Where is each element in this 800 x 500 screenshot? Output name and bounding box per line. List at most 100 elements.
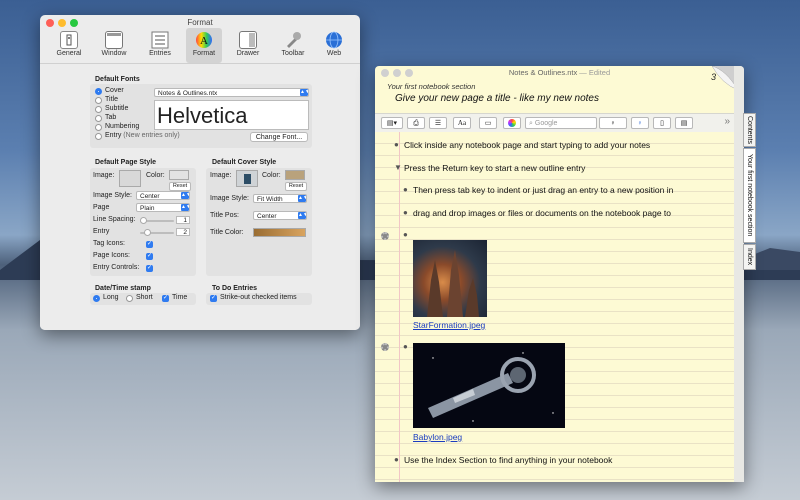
- window-icon: [105, 31, 123, 49]
- bullet-icon[interactable]: ●: [394, 455, 399, 464]
- list-icon: ▭: [484, 120, 492, 127]
- page-image-well[interactable]: [119, 170, 141, 187]
- babylon-image[interactable]: [413, 343, 565, 428]
- note-button[interactable]: ▤: [675, 117, 693, 129]
- bulb-icon: ♀: [637, 120, 643, 127]
- list-item[interactable]: Press the Return key to start a new outl…: [404, 163, 585, 173]
- search-icon: ⌕: [529, 120, 533, 127]
- minimize-button[interactable]: [58, 19, 66, 27]
- search-field[interactable]: ⌕ Google: [525, 117, 597, 129]
- notebook-window-titlebar: Notes & Outlines.ntx — Edited: [375, 66, 744, 80]
- page-image-style-popup[interactable]: Center ▲▼: [136, 191, 190, 200]
- bullet-icon[interactable]: ●: [403, 185, 408, 194]
- printer-icon: ⎙: [413, 120, 419, 127]
- line-spacing-slider[interactable]: [140, 217, 174, 224]
- color-button[interactable]: [503, 117, 521, 129]
- cover-color-reset-button[interactable]: Reset: [285, 182, 307, 191]
- page-color-swatch[interactable]: [169, 170, 189, 180]
- list-item[interactable]: Then press tab key to indent or just dra…: [413, 185, 673, 195]
- babylon-link[interactable]: Babylon.jpeg: [413, 432, 462, 442]
- drawer-icon: [239, 31, 257, 49]
- bullet-icon[interactable]: ●: [403, 342, 408, 351]
- note-icon: ▤: [680, 120, 688, 127]
- notebook-window: Notes & Outlines.ntx — Edited Your first…: [375, 66, 744, 482]
- time-checkbox[interactable]: ✓: [162, 295, 169, 302]
- entry-gear-icon[interactable]: [381, 232, 389, 240]
- toolbar-web[interactable]: Web: [316, 28, 352, 63]
- lightbulb-button[interactable]: ♀: [599, 117, 627, 129]
- preferences-toolbar: General Window Entries A Format Drawer T…: [40, 28, 360, 63]
- tab-first-section[interactable]: Your first notebook section: [743, 148, 756, 243]
- toolbar-format[interactable]: A Format: [186, 28, 222, 63]
- radio-entry[interactable]: [95, 133, 102, 140]
- cover-image-well[interactable]: [236, 170, 258, 187]
- star-formation-image[interactable]: [413, 240, 487, 317]
- tab-contents[interactable]: Contents: [743, 113, 756, 147]
- change-font-button[interactable]: Change Font...: [250, 132, 308, 142]
- radio-cover[interactable]: [95, 88, 102, 95]
- bulb-blue-button[interactable]: ♀: [631, 117, 649, 129]
- radio-subtitle[interactable]: [95, 106, 102, 113]
- page-title[interactable]: Give your new page a title - like my new…: [395, 93, 599, 104]
- cover-title-pos-popup[interactable]: Center ▲▼: [253, 211, 307, 220]
- entry-gear-icon[interactable]: [381, 343, 389, 351]
- notebook-zoom-button[interactable]: [405, 69, 413, 77]
- bullet-icon[interactable]: ●: [403, 208, 408, 217]
- print-button[interactable]: ⎙: [407, 117, 425, 129]
- entry-spacing-slider[interactable]: [140, 229, 174, 236]
- page-type-popup[interactable]: Plain ▲▼: [136, 203, 190, 212]
- toolbar-overflow-icon[interactable]: »: [724, 116, 730, 127]
- view-menu-button[interactable]: ▤▾: [381, 117, 403, 129]
- margin-line: [399, 132, 400, 482]
- list-item[interactable]: Use the Index Section to find anything i…: [404, 455, 612, 465]
- toolbar-drawer[interactable]: Drawer: [230, 28, 266, 63]
- entry-font-label: Entry (New entries only): [105, 132, 180, 139]
- attach-button[interactable]: ▯: [653, 117, 671, 129]
- entry-controls-checkbox[interactable]: ✓: [146, 265, 153, 272]
- general-icon: [60, 31, 78, 49]
- disclosure-triangle-icon[interactable]: ▼: [394, 163, 402, 172]
- toolbar-entries[interactable]: Entries: [142, 28, 178, 63]
- line-spacing-field[interactable]: 1: [176, 216, 190, 224]
- cover-color-swatch[interactable]: [285, 170, 305, 180]
- page-color-reset-button[interactable]: Reset: [169, 182, 191, 191]
- indent-button[interactable]: ☰: [429, 117, 447, 129]
- notebook-close-button[interactable]: [381, 69, 389, 77]
- toolbar-toolbar[interactable]: Toolbar: [275, 28, 311, 63]
- font-file-popup[interactable]: Notes & Outlines.ntx ▲▼: [154, 88, 309, 97]
- star-formation-link[interactable]: StarFormation.jpeg: [413, 320, 485, 330]
- font-icon: Aa: [457, 119, 467, 127]
- cover-style-title: Default Cover Style: [212, 159, 277, 166]
- radio-tab[interactable]: [95, 115, 102, 122]
- radio-numbering[interactable]: [95, 124, 102, 131]
- radio-title[interactable]: [95, 97, 102, 104]
- toolbar-icon: [284, 31, 302, 49]
- strike-out-checkbox[interactable]: ✓: [210, 295, 217, 302]
- toolbar-window[interactable]: Window: [96, 28, 132, 63]
- entry-spacing-field[interactable]: 2: [176, 228, 190, 236]
- close-button[interactable]: [46, 19, 54, 27]
- default-fonts-title: Default Fonts: [95, 76, 140, 83]
- toolbar-general[interactable]: General: [51, 28, 87, 63]
- list-item[interactable]: drag and drop images or files or documen…: [413, 208, 671, 218]
- list-button[interactable]: ▭: [479, 117, 497, 129]
- tab-index[interactable]: Index: [743, 244, 756, 270]
- cover-title-color-swatch[interactable]: [253, 228, 306, 237]
- date-time-title: Date/Time stamp: [95, 285, 151, 292]
- format-preferences-window: Format General Window Entries A Format D…: [40, 15, 360, 330]
- font-preview: Helvetica: [154, 100, 309, 130]
- notebook-minimize-button[interactable]: [393, 69, 401, 77]
- list-item[interactable]: Click inside any notebook page and start…: [404, 140, 650, 150]
- zoom-button[interactable]: [70, 19, 78, 27]
- edited-indicator: — Edited: [579, 68, 611, 77]
- tag-icons-checkbox[interactable]: ✓: [146, 241, 153, 248]
- page-icons-checkbox[interactable]: ✓: [146, 253, 153, 260]
- entries-icon: [151, 31, 169, 49]
- font-button[interactable]: Aa: [453, 117, 471, 129]
- bullet-icon[interactable]: ●: [403, 230, 408, 239]
- bullet-icon[interactable]: ●: [394, 140, 399, 149]
- radio-long[interactable]: [93, 295, 100, 302]
- radio-short[interactable]: [126, 295, 133, 302]
- todo-title: To Do Entries: [212, 285, 257, 292]
- cover-image-style-popup[interactable]: Fit Width ▲▼: [253, 194, 307, 203]
